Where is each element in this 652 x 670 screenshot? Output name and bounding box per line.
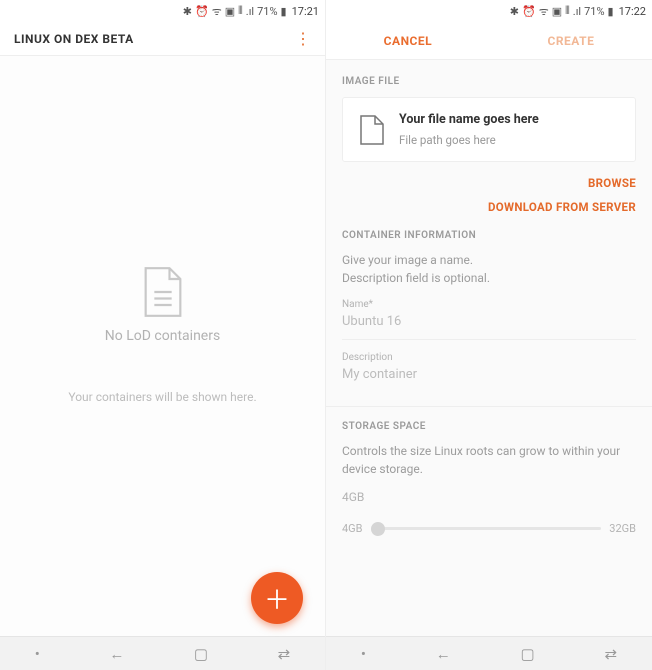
alarm-icon: ⏰ [195, 5, 209, 18]
container-info-help: Give your image a name. Description fiel… [342, 251, 636, 287]
android-nav-bar: • ← ▢ ⇄ [0, 636, 325, 670]
battery-percent: 71% [584, 5, 604, 18]
description-label: Description [342, 352, 636, 363]
empty-subtitle: Your containers will be shown here. [68, 390, 256, 404]
storage-slider[interactable] [371, 527, 602, 530]
cancel-button[interactable]: CANCEL [384, 34, 432, 48]
nav-back-icon[interactable]: ← [109, 645, 124, 663]
screen-create-container: ✱ ⏰ ᯤ ▣ ⫴ .ıl 71% ▮ 17:22 CANCEL CREATE … [326, 0, 652, 670]
status-bar: ✱ ⏰ ᯤ ▣ ⫴ .ıl 71% ▮ 17:21 [0, 0, 325, 22]
nav-recents-icon[interactable]: ⇄ [604, 645, 617, 663]
clock: 17:22 [619, 5, 646, 18]
wifi-icon: ᯤ [212, 4, 222, 19]
more-menu-icon[interactable]: ⋮ [295, 31, 311, 47]
storage-help: Controls the size Linux roots can grow t… [342, 442, 636, 478]
bluetooth-icon: ✱ [183, 5, 192, 18]
nav-dot-icon[interactable]: • [35, 645, 40, 663]
section-container-info: CONTAINER INFORMATION [342, 230, 636, 241]
status-bar: ✱ ⏰ ᯤ ▣ ⫴ .ıl 71% ▮ 17:22 [326, 0, 652, 22]
name-label: Name* [342, 299, 636, 310]
nav-home-icon[interactable]: ▢ [521, 645, 535, 663]
description-field[interactable]: My container [342, 365, 636, 392]
slider-thumb-icon[interactable] [371, 522, 385, 536]
browse-link[interactable]: BROWSE [342, 176, 636, 190]
section-storage: STORAGE SPACE [342, 421, 636, 432]
nav-home-icon[interactable]: ▢ [194, 645, 208, 663]
empty-title: No LoD containers [105, 328, 220, 344]
create-form: IMAGE FILE Your file name goes here File… [326, 60, 652, 636]
image-file-card[interactable]: Your file name goes here File path goes … [342, 97, 636, 162]
battery-percent: 71% [257, 5, 277, 18]
name-field[interactable]: Ubuntu 16 [342, 312, 636, 340]
screen-container-list: ✱ ⏰ ᯤ ▣ ⫴ .ıl 71% ▮ 17:21 LINUX ON DEX B… [0, 0, 326, 670]
slider-min-label: 4GB [342, 522, 363, 535]
signal-icon: .ıl [246, 5, 254, 18]
screenshot-icon: ▣ [552, 5, 562, 18]
nav-back-icon[interactable]: ← [436, 645, 451, 663]
title-bar: LINUX ON DEX BETA ⋮ [0, 22, 325, 56]
clock: 17:21 [292, 5, 319, 18]
file-name: Your file name goes here [399, 112, 539, 127]
nav-dot-icon[interactable]: • [361, 645, 366, 663]
screenshot-icon: ▣ [225, 5, 235, 18]
section-image-file: IMAGE FILE [342, 76, 636, 87]
android-nav-bar: • ← ▢ ⇄ [326, 636, 652, 670]
add-container-button[interactable]: ＋ [251, 572, 303, 624]
action-bar: CANCEL CREATE [326, 22, 652, 60]
app-title: LINUX ON DEX BETA [14, 32, 134, 46]
empty-state: No LoD containers Your containers will b… [0, 56, 325, 636]
wifi-icon: ᯤ [539, 4, 549, 19]
nav-recents-icon[interactable]: ⇄ [278, 645, 291, 663]
battery-icon: ▮ [608, 5, 614, 18]
signal-icon: ⫴ [238, 4, 243, 18]
file-path: File path goes here [399, 133, 539, 147]
alarm-icon: ⏰ [522, 5, 536, 18]
battery-icon: ▮ [281, 5, 287, 18]
signal-icon: ⫴ [565, 4, 570, 18]
slider-max-label: 32GB [609, 522, 636, 535]
storage-size-value: 4GB [342, 490, 636, 504]
signal-icon: .ıl [573, 5, 581, 18]
document-icon [141, 266, 185, 318]
download-from-server-link[interactable]: DOWNLOAD FROM SERVER [342, 200, 636, 214]
file-icon [359, 114, 385, 146]
plus-icon: ＋ [264, 580, 290, 617]
create-button[interactable]: CREATE [548, 34, 595, 48]
bluetooth-icon: ✱ [510, 5, 519, 18]
divider [326, 406, 652, 407]
